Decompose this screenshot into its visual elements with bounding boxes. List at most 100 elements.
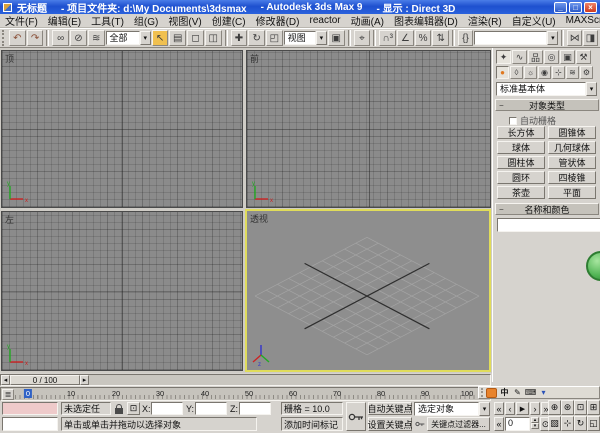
selection-lock-icon[interactable] [113, 402, 125, 415]
undo-icon[interactable]: ↶ [9, 30, 26, 46]
button-sphere[interactable]: 球体 [497, 141, 545, 154]
absolute-offset-toggle-icon[interactable]: ⊡ [127, 402, 140, 415]
time-slider-left-icon[interactable]: ◂ [1, 375, 10, 385]
edit-named-selections-icon[interactable]: {} [458, 30, 473, 46]
restore-button[interactable]: □ [569, 2, 582, 13]
spin-down-icon[interactable]: ▾ [531, 423, 539, 429]
mini-curve-editor-icon[interactable]: ≣ [2, 389, 14, 400]
next-frame-icon[interactable]: › [530, 402, 540, 415]
viewport-front-label[interactable]: 前 [250, 52, 259, 65]
menu-group[interactable]: 组(G) [129, 13, 163, 28]
menu-modifiers[interactable]: 修改器(D) [251, 13, 305, 28]
previous-frame-icon[interactable]: ‹ [505, 402, 515, 415]
category-shapes-icon[interactable]: ◊ [510, 66, 523, 79]
button-box[interactable]: 长方体 [497, 126, 545, 139]
button-cone[interactable]: 圆锥体 [548, 126, 596, 139]
snap-toggle-3d-icon[interactable]: ∩³ [379, 30, 396, 46]
category-cameras-icon[interactable]: ◉ [538, 66, 551, 79]
title-bar[interactable]: 无标题 - 项目文件夹: d:\My Documents\3dsmax - Au… [0, 0, 600, 14]
frame-spinner[interactable]: ▴ ▾ [531, 417, 539, 431]
pan-icon[interactable]: ⊹ [561, 416, 574, 431]
tab-utilities-icon[interactable]: ⚒ [576, 50, 591, 64]
ime-chinese-indicator[interactable]: 中 [499, 388, 510, 398]
chevron-down-icon[interactable]: ▾ [316, 31, 327, 45]
ime-keyboard-icon[interactable]: ⌨ [525, 388, 536, 398]
maxscript-listener-white[interactable] [2, 417, 58, 431]
button-pyramid[interactable]: 四棱锥 [548, 171, 596, 184]
autogrid-checkbox[interactable] [509, 117, 517, 125]
menu-views[interactable]: 视图(V) [163, 13, 206, 28]
auto-key-button[interactable]: 自动关键点 [368, 402, 412, 415]
spinner-snap-icon[interactable]: ⇅ [432, 30, 449, 46]
time-slider-right-icon[interactable]: ▸ [80, 375, 89, 385]
collapse-icon[interactable]: − [499, 205, 504, 214]
select-move-icon[interactable]: ✚ [231, 30, 248, 46]
named-selection-dropdown[interactable]: ▾ [474, 31, 558, 45]
category-geometry-icon[interactable]: ● [496, 66, 509, 79]
collapse-icon[interactable]: − [499, 101, 504, 110]
category-systems-icon[interactable]: ⚙ [580, 66, 593, 79]
z-coordinate-input[interactable] [239, 402, 271, 415]
viewport-left-label[interactable]: 左 [5, 213, 14, 226]
tab-modify-icon[interactable]: ∿ [512, 50, 527, 64]
time-slider-handle[interactable]: 0 / 100 [10, 375, 80, 385]
menu-customize[interactable]: 自定义(U) [507, 13, 561, 28]
close-button[interactable]: × [584, 2, 597, 13]
zoom-extents-all-icon[interactable]: ⊞ [587, 400, 600, 415]
category-spacewarps-icon[interactable]: ≋ [566, 66, 579, 79]
key-mode-dropdown[interactable]: 选定对象 ▾ [414, 402, 490, 416]
select-object-icon[interactable]: ↖ [152, 30, 169, 46]
menu-reactor[interactable]: reactor [304, 15, 345, 26]
zoom-all-icon[interactable]: ⊛ [561, 400, 574, 415]
name-color-rollout-header[interactable]: − 名称和颜色 [495, 203, 599, 215]
menu-graph-editors[interactable]: 图表编辑器(D) [389, 13, 463, 28]
add-time-tag[interactable]: 添加时间标记 [281, 417, 343, 431]
tab-hierarchy-icon[interactable]: 品 [528, 50, 543, 64]
zoom-extents-icon[interactable]: ⊡ [574, 400, 587, 415]
tab-motion-icon[interactable]: ◎ [544, 50, 559, 64]
category-lights-icon[interactable]: ☼ [524, 66, 537, 79]
menu-rendering[interactable]: 渲染(R) [463, 13, 507, 28]
viewport-perspective-label[interactable]: 透视 [250, 212, 268, 225]
toolbar-grip[interactable] [2, 30, 6, 46]
redo-icon[interactable]: ↷ [27, 30, 44, 46]
angle-snap-icon[interactable]: ∠ [397, 30, 414, 46]
set-key-icon[interactable] [346, 402, 366, 431]
object-type-rollout-header[interactable]: − 对象类型 [495, 99, 599, 111]
minimize-button[interactable]: _ [554, 2, 567, 13]
primitives-dropdown[interactable]: 标准基本体 ▾ [496, 82, 597, 96]
viewport-top[interactable]: 顶 x y [1, 50, 243, 208]
select-by-name-icon[interactable]: ▤ [169, 30, 186, 46]
align-icon[interactable]: ◨ [583, 30, 598, 46]
viewport-left[interactable]: 左 x y [1, 211, 243, 371]
ime-pen-icon[interactable]: ✎ [512, 388, 523, 398]
frame-indicator[interactable]: 0 [24, 389, 32, 398]
viewport-top-label[interactable]: 顶 [5, 52, 14, 65]
button-teapot[interactable]: 茶壶 [497, 186, 545, 199]
button-plane[interactable]: 平面 [548, 186, 596, 199]
min-max-toggle-icon[interactable]: ◱ [587, 416, 600, 431]
bind-spacewarp-icon[interactable]: ≋ [88, 30, 105, 46]
viewport-front[interactable]: 前 x y [246, 50, 491, 208]
button-cylinder[interactable]: 圆柱体 [497, 156, 545, 169]
selection-filter-dropdown[interactable]: 全部 ▾ [106, 31, 151, 45]
chevron-down-icon[interactable]: ▾ [140, 31, 151, 45]
set-key-button[interactable]: 设置关键点 [368, 417, 412, 431]
key-mode-toggle-icon[interactable]: « [494, 417, 504, 431]
language-bar-grip[interactable] [481, 388, 484, 397]
button-geosphere[interactable]: 几何球体 [548, 141, 596, 154]
viewport-perspective-active[interactable]: 透视 [245, 209, 491, 372]
mirror-icon[interactable]: ⋈ [567, 30, 582, 46]
ime-logo-icon[interactable] [486, 388, 497, 398]
x-coordinate-input[interactable] [151, 402, 183, 415]
button-tube[interactable]: 管状体 [548, 156, 596, 169]
select-link-icon[interactable]: ∞ [52, 30, 69, 46]
use-pivot-center-icon[interactable]: ▣ [328, 30, 345, 46]
chevron-down-icon[interactable]: ▾ [547, 31, 558, 45]
arc-rotate-icon[interactable]: ↻ [574, 416, 587, 431]
reference-coordinate-dropdown[interactable]: 视图 ▾ [284, 31, 327, 45]
maxscript-listener-pink[interactable] [2, 402, 58, 415]
zoom-icon[interactable]: ⊕ [548, 400, 561, 415]
zoom-region-icon[interactable]: ▧ [548, 416, 561, 431]
chevron-down-icon[interactable]: ▾ [479, 402, 490, 416]
